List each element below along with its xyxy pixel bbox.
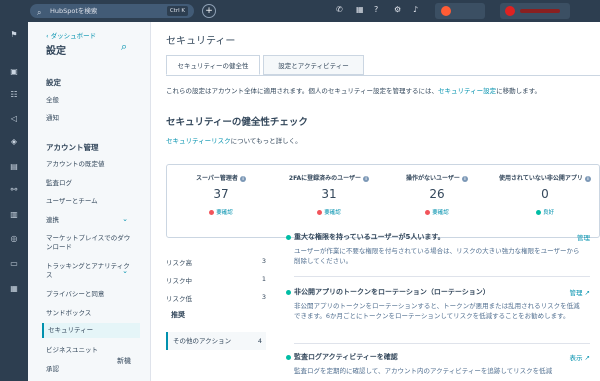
stat-2fa-users: 2FAに登録済みのユーザー i 31 要確認 [275, 165, 383, 239]
risk-high-filter[interactable]: リスク高 3 [166, 257, 266, 271]
status-link[interactable]: 要確認 [167, 208, 275, 216]
status-dot [286, 354, 291, 360]
status-dot [425, 210, 431, 215]
sidebar-item-marketplace-downloads[interactable]: マーケットプレイスでのダウンロード [46, 234, 131, 252]
search-shortcut: Ctrl K [166, 6, 188, 16]
status-dot [317, 210, 323, 215]
status-dot [286, 289, 291, 295]
chevron-down-icon[interactable]: ⌄ [122, 267, 128, 275]
global-search-input[interactable]: ⌕ HubSpotを検索 Ctrl K [30, 4, 194, 18]
recommended-title: 推奨 [171, 311, 185, 319]
stat-super-admins: スーパー管理者 i 37 要確認 [167, 165, 275, 239]
info-icon[interactable]: i [461, 175, 468, 182]
commerce-icon[interactable]: ▦ [9, 284, 19, 294]
sidebar-item-approvals[interactable]: 承認 [46, 365, 144, 374]
back-to-dashboard-link[interactable]: ‹ ダッシュボード [46, 30, 96, 40]
bell-icon[interactable]: ♪ [413, 5, 418, 14]
search-placeholder: HubSpotを検索 [50, 7, 98, 15]
avatar [441, 6, 451, 16]
security-description: これらの設定はアカウント全体に適用されます。個人のセキュリティー設定を管理するに… [166, 87, 541, 95]
create-plus-button[interactable]: + [202, 4, 216, 18]
bookmark-icon[interactable]: ⚑ [9, 30, 19, 40]
stat-unused-private-apps: 使用されていない非公開アプリ i 0 良好 [491, 165, 599, 239]
user-avatar [505, 6, 515, 16]
security-settings-link[interactable]: セキュリティー設定 [438, 87, 496, 95]
top-navigation-bar: ⌕ HubSpotを検索 Ctrl K + ✆ ▦ ? ⚙ ♪ [0, 0, 600, 22]
sidebar-item-notifications[interactable]: 通知 [46, 114, 144, 123]
status-dot [209, 210, 215, 215]
stats-card: スーパー管理者 i 37 要確認 2FAに登録済みのユーザー i 31 要確認 … [166, 164, 600, 238]
user-menu[interactable] [500, 3, 570, 19]
service-icon[interactable]: ▤ [9, 162, 19, 172]
sales-icon[interactable]: ◈ [9, 137, 19, 147]
status-dot [286, 234, 291, 240]
tab-divider [166, 75, 600, 76]
sidebar-item-business-units[interactable]: ビジネスユニット [46, 346, 144, 355]
sidebar-item-privacy-consent[interactable]: プライバシーと同意 [46, 290, 144, 299]
sidebar-item-sandboxes[interactable]: サンドボックス [46, 309, 144, 318]
marketplace-icon[interactable]: ▦ [356, 5, 364, 14]
health-check-title: セキュリティーの健全性チェック [166, 117, 308, 128]
manage-link[interactable]: 管理 [577, 232, 590, 242]
account-switcher[interactable] [435, 3, 485, 19]
page-title: セキュリティー [166, 36, 236, 47]
divider [294, 343, 590, 344]
info-icon[interactable]: i [584, 175, 591, 182]
sidebar-item-audit-log[interactable]: 監査ログ [46, 179, 144, 188]
gear-icon[interactable]: ⚙ [394, 5, 401, 14]
settings-search-icon[interactable]: ⌕ [121, 40, 127, 54]
marketing-icon[interactable]: ◁ [9, 114, 19, 124]
contacts-icon[interactable]: ☷ [9, 90, 19, 100]
sidebar-item-general[interactable]: 全般 [46, 96, 144, 105]
main-content: セキュリティー セキュリティーの健全性 設定とアクティビティー これらの設定はア… [151, 22, 600, 381]
search-icon: ⌕ [37, 8, 42, 17]
data-icon[interactable]: ◎ [9, 234, 19, 244]
new-badge: 新機 [117, 357, 131, 365]
view-link[interactable]: 表示 ↗ [569, 352, 590, 362]
automation-icon[interactable]: ⚯ [9, 185, 19, 195]
sidebar-item-account-defaults[interactable]: アカウントの既定値 [46, 160, 144, 169]
status-link[interactable]: 要確認 [275, 208, 383, 216]
phone-icon[interactable]: ✆ [336, 5, 343, 14]
security-risk-link[interactable]: セキュリティーリスク [166, 137, 231, 145]
tab-settings-activity[interactable]: 設定とアクティビティー [263, 55, 364, 75]
sidebar-item-users-teams[interactable]: ユーザーとチーム [46, 197, 144, 206]
dashboard-icon[interactable]: ▣ [9, 67, 19, 77]
stat-inactive-users: 操作がないユーザー i 26 要確認 [383, 165, 491, 239]
other-actions-filter[interactable]: その他のアクション 4 [166, 332, 266, 350]
primary-sidebar: ⚑ ▣ ☷ ◁ ◈ ▤ ⚯ ▥ ◎ ▭ ▦ [0, 22, 28, 381]
tab-security-health[interactable]: セキュリティーの健全性 [166, 55, 260, 75]
section-account-management: アカウント管理 [46, 143, 99, 152]
divider [294, 276, 590, 277]
status-link[interactable]: 良好 [491, 208, 599, 216]
reports-icon[interactable]: ▥ [9, 210, 19, 220]
settings-title: 設定 [46, 46, 66, 57]
risk-medium-filter[interactable]: リスク中 1 [166, 275, 266, 289]
status-link[interactable]: 要確認 [383, 208, 491, 216]
sidebar-item-tracking-analytics[interactable]: トラッキングとアナリティクス [46, 262, 131, 280]
risk-learn-more: セキュリティーリスクについてもっと詳しく。 [166, 137, 302, 145]
info-icon[interactable]: i [363, 175, 370, 182]
account-name-redacted [520, 9, 560, 13]
status-dot [535, 210, 541, 215]
library-icon[interactable]: ▭ [9, 259, 19, 269]
chevron-down-icon[interactable]: ⌄ [122, 215, 128, 223]
risk-low-filter[interactable]: リスク低 3 [166, 293, 266, 307]
sidebar-item-integrations[interactable]: 連携 [46, 216, 144, 225]
section-settings: 設定 [46, 78, 61, 87]
settings-sidebar: ‹ ダッシュボード 設定 ⌕ 設定 全般 通知 アカウント管理 アカウントの既定… [28, 22, 151, 381]
info-icon[interactable]: i [240, 175, 247, 182]
manage-link[interactable]: 管理 ↗ [569, 287, 590, 297]
sidebar-item-security[interactable]: セキュリティー [42, 323, 140, 338]
help-icon[interactable]: ? [374, 5, 378, 14]
